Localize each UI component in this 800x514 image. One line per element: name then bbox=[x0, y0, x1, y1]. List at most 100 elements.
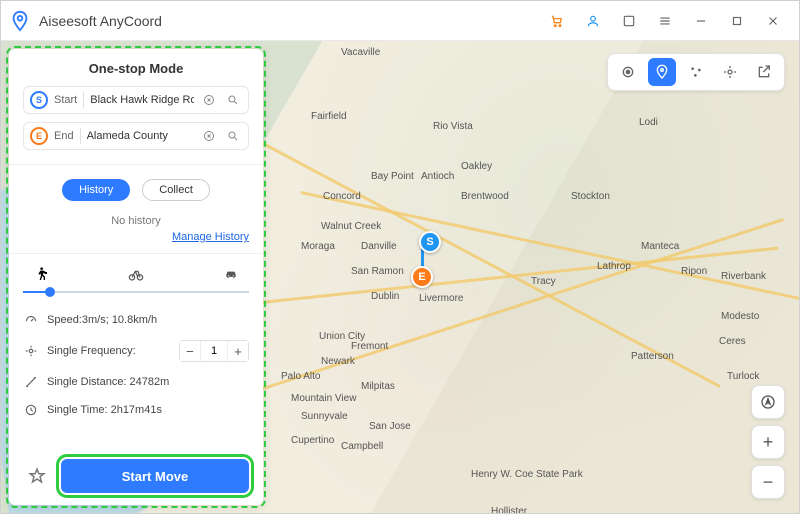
close-button[interactable] bbox=[755, 1, 791, 41]
mode-locate-button[interactable] bbox=[614, 58, 642, 86]
minimize-button[interactable] bbox=[683, 1, 719, 41]
city-label: Tracy bbox=[531, 276, 556, 287]
freq-increment-button[interactable]: + bbox=[228, 341, 248, 361]
start-input[interactable] bbox=[90, 94, 194, 106]
mode-multistop-button[interactable] bbox=[682, 58, 710, 86]
bike-mode-icon[interactable] bbox=[124, 264, 148, 284]
city-label: Palo Alto bbox=[281, 371, 320, 382]
time-icon bbox=[23, 402, 39, 418]
frequency-row: Single Frequency: − + bbox=[23, 340, 249, 362]
app-title: Aiseesoft AnyCoord bbox=[39, 13, 162, 29]
start-pin-label: S bbox=[426, 236, 433, 248]
panel-title: One-stop Mode bbox=[23, 61, 249, 76]
main-area: VacavilleFairfieldRio VistaLodiConcordBa… bbox=[1, 41, 799, 513]
distance-text: Single Distance: 24782m bbox=[47, 376, 169, 388]
car-mode-icon[interactable] bbox=[219, 264, 243, 284]
tab-history[interactable]: History bbox=[62, 179, 130, 201]
clear-end-button[interactable] bbox=[200, 127, 218, 145]
city-label: Rio Vista bbox=[433, 121, 473, 132]
city-label: Ceres bbox=[719, 336, 746, 347]
tab-collect[interactable]: Collect bbox=[142, 179, 210, 201]
end-pin[interactable]: E bbox=[411, 266, 433, 288]
zoom-out-button[interactable]: − bbox=[751, 465, 785, 499]
time-row: Single Time: 2h17m41s bbox=[23, 402, 249, 418]
frequency-stepper: − + bbox=[179, 340, 249, 362]
end-badge-icon: E bbox=[30, 127, 48, 145]
start-move-button[interactable]: Start Move bbox=[61, 459, 249, 493]
speed-icon bbox=[23, 312, 39, 328]
clear-start-button[interactable] bbox=[200, 91, 218, 109]
history-tabs: History Collect bbox=[23, 179, 249, 201]
speed-text: Speed:3m/s; 10.8km/h bbox=[47, 314, 157, 326]
onestop-panel: One-stop Mode S Start E End History bbox=[9, 49, 263, 505]
city-label: Milpitas bbox=[361, 381, 395, 392]
speed-slider[interactable] bbox=[23, 286, 249, 298]
freq-input[interactable] bbox=[200, 341, 228, 361]
city-label: Oakley bbox=[461, 161, 492, 172]
zoom-controls: + − bbox=[751, 385, 785, 499]
mode-joystick-button[interactable] bbox=[716, 58, 744, 86]
favorite-button[interactable] bbox=[23, 462, 51, 490]
city-label: Mountain View bbox=[291, 393, 356, 404]
menu-button[interactable] bbox=[647, 1, 683, 41]
distance-row: Single Distance: 24782m bbox=[23, 374, 249, 390]
city-label: Stockton bbox=[571, 191, 610, 202]
city-label: Danville bbox=[361, 241, 397, 252]
distance-icon bbox=[23, 374, 39, 390]
start-badge-icon: S bbox=[30, 91, 48, 109]
time-text: Single Time: 2h17m41s bbox=[47, 404, 162, 416]
app-window: Aiseesoft AnyCoord VacavilleFairfieldRio… bbox=[0, 0, 800, 514]
manage-history-link[interactable]: Manage History bbox=[23, 231, 249, 243]
account-button[interactable] bbox=[575, 1, 611, 41]
city-label: Turlock bbox=[727, 371, 759, 382]
mode-onestop-button[interactable] bbox=[648, 58, 676, 86]
city-label: Vacaville bbox=[341, 47, 380, 58]
search-end-button[interactable] bbox=[224, 127, 242, 145]
frequency-label: Single Frequency: bbox=[47, 345, 136, 357]
end-input[interactable] bbox=[87, 130, 194, 142]
city-label: San Ramon bbox=[351, 266, 404, 277]
speed-mode-row bbox=[23, 260, 249, 284]
city-label: Campbell bbox=[341, 441, 383, 452]
frequency-icon bbox=[23, 343, 39, 359]
city-label: Dublin bbox=[371, 291, 399, 302]
app-logo-icon bbox=[9, 10, 31, 32]
speed-row: Speed:3m/s; 10.8km/h bbox=[23, 312, 249, 328]
export-button[interactable] bbox=[750, 58, 778, 86]
city-label: Lathrop bbox=[597, 261, 631, 272]
end-pin-label: E bbox=[418, 271, 425, 283]
city-label: Fremont bbox=[351, 341, 388, 352]
city-label: Antioch bbox=[421, 171, 454, 182]
city-label: Newark bbox=[321, 356, 355, 367]
end-location-row: E End bbox=[23, 122, 249, 150]
walk-mode-icon[interactable] bbox=[29, 264, 53, 284]
city-label: Livermore bbox=[419, 293, 463, 304]
search-start-button[interactable] bbox=[224, 91, 242, 109]
city-label: Henry W. Coe State Park bbox=[471, 469, 583, 480]
cart-button[interactable] bbox=[539, 1, 575, 41]
city-label: San Jose bbox=[369, 421, 411, 432]
compass-button[interactable] bbox=[751, 385, 785, 419]
maximize-button[interactable] bbox=[719, 1, 755, 41]
city-label: Brentwood bbox=[461, 191, 509, 202]
city-label: Modesto bbox=[721, 311, 759, 322]
layout-button[interactable] bbox=[611, 1, 647, 41]
titlebar: Aiseesoft AnyCoord bbox=[1, 1, 799, 41]
city-label: Concord bbox=[323, 191, 361, 202]
map-mode-toolbar bbox=[607, 53, 785, 91]
city-label: Lodi bbox=[639, 117, 658, 128]
start-location-row: S Start bbox=[23, 86, 249, 114]
end-label: End bbox=[54, 130, 74, 142]
city-label: Sunnyvale bbox=[301, 411, 348, 422]
city-label: Ripon bbox=[681, 266, 707, 277]
city-label: Manteca bbox=[641, 241, 679, 252]
zoom-in-button[interactable]: + bbox=[751, 425, 785, 459]
panel-footer: Start Move bbox=[23, 459, 249, 493]
start-pin[interactable]: S bbox=[419, 231, 441, 253]
city-label: Cupertino bbox=[291, 435, 334, 446]
city-label: Walnut Creek bbox=[321, 221, 381, 232]
city-label: Moraga bbox=[301, 241, 335, 252]
no-history-text: No history bbox=[23, 215, 249, 227]
freq-decrement-button[interactable]: − bbox=[180, 341, 200, 361]
city-label: Riverbank bbox=[721, 271, 766, 282]
